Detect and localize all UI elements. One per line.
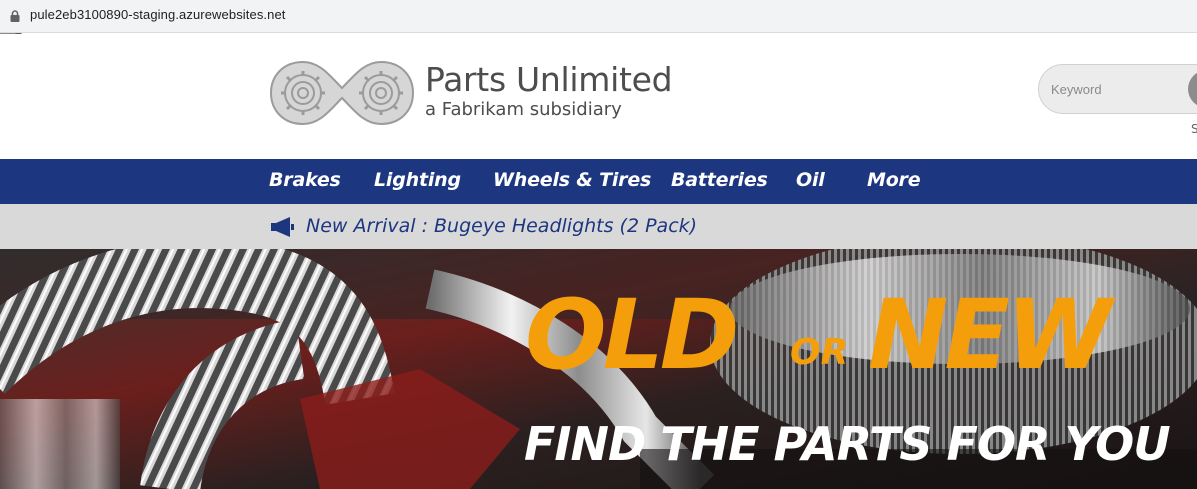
announcement-bar: New Arrival : Bugeye Headlights (2 Pack) bbox=[0, 204, 1197, 249]
url-text[interactable]: pule2eb3100890-staging.azurewebsites.net bbox=[30, 7, 286, 22]
hero-subtitle: FIND THE PARTS FOR YOU bbox=[524, 417, 1171, 471]
megaphone-icon bbox=[271, 217, 294, 237]
site-header: Parts Unlimited a Fabrikam subsidiary S bbox=[0, 34, 1197, 159]
hero-word-or: OR bbox=[790, 332, 849, 373]
nav-item-brakes[interactable]: Brakes bbox=[269, 169, 341, 191]
nav-item-oil[interactable]: Oil bbox=[796, 169, 825, 191]
lock-icon bbox=[10, 10, 20, 22]
search-subtext[interactable]: S bbox=[1191, 122, 1197, 136]
nav-item-lighting[interactable]: Lighting bbox=[374, 169, 461, 191]
search-input[interactable] bbox=[1038, 64, 1197, 114]
category-nav: Brakes Lighting Wheels & Tires Batteries… bbox=[0, 159, 1197, 204]
hero-word-old: OLD bbox=[525, 279, 739, 391]
nav-item-wheels-tires[interactable]: Wheels & Tires bbox=[493, 169, 651, 191]
nav-item-batteries[interactable]: Batteries bbox=[671, 169, 768, 191]
nav-item-more[interactable]: More bbox=[867, 169, 921, 191]
hero-banner[interactable]: OLD OR NEW FIND THE PARTS FOR YOU bbox=[0, 249, 1197, 489]
brand-title[interactable]: Parts Unlimited bbox=[425, 60, 673, 99]
hero-word-new: NEW bbox=[868, 279, 1112, 391]
announcement-link[interactable]: New Arrival : Bugeye Headlights (2 Pack) bbox=[306, 215, 697, 237]
brand-subtitle: a Fabrikam subsidiary bbox=[425, 99, 622, 120]
logo-gears-icon[interactable] bbox=[268, 58, 416, 128]
browser-address-bar[interactable]: pule2eb3100890-staging.azurewebsites.net bbox=[0, 0, 1197, 33]
